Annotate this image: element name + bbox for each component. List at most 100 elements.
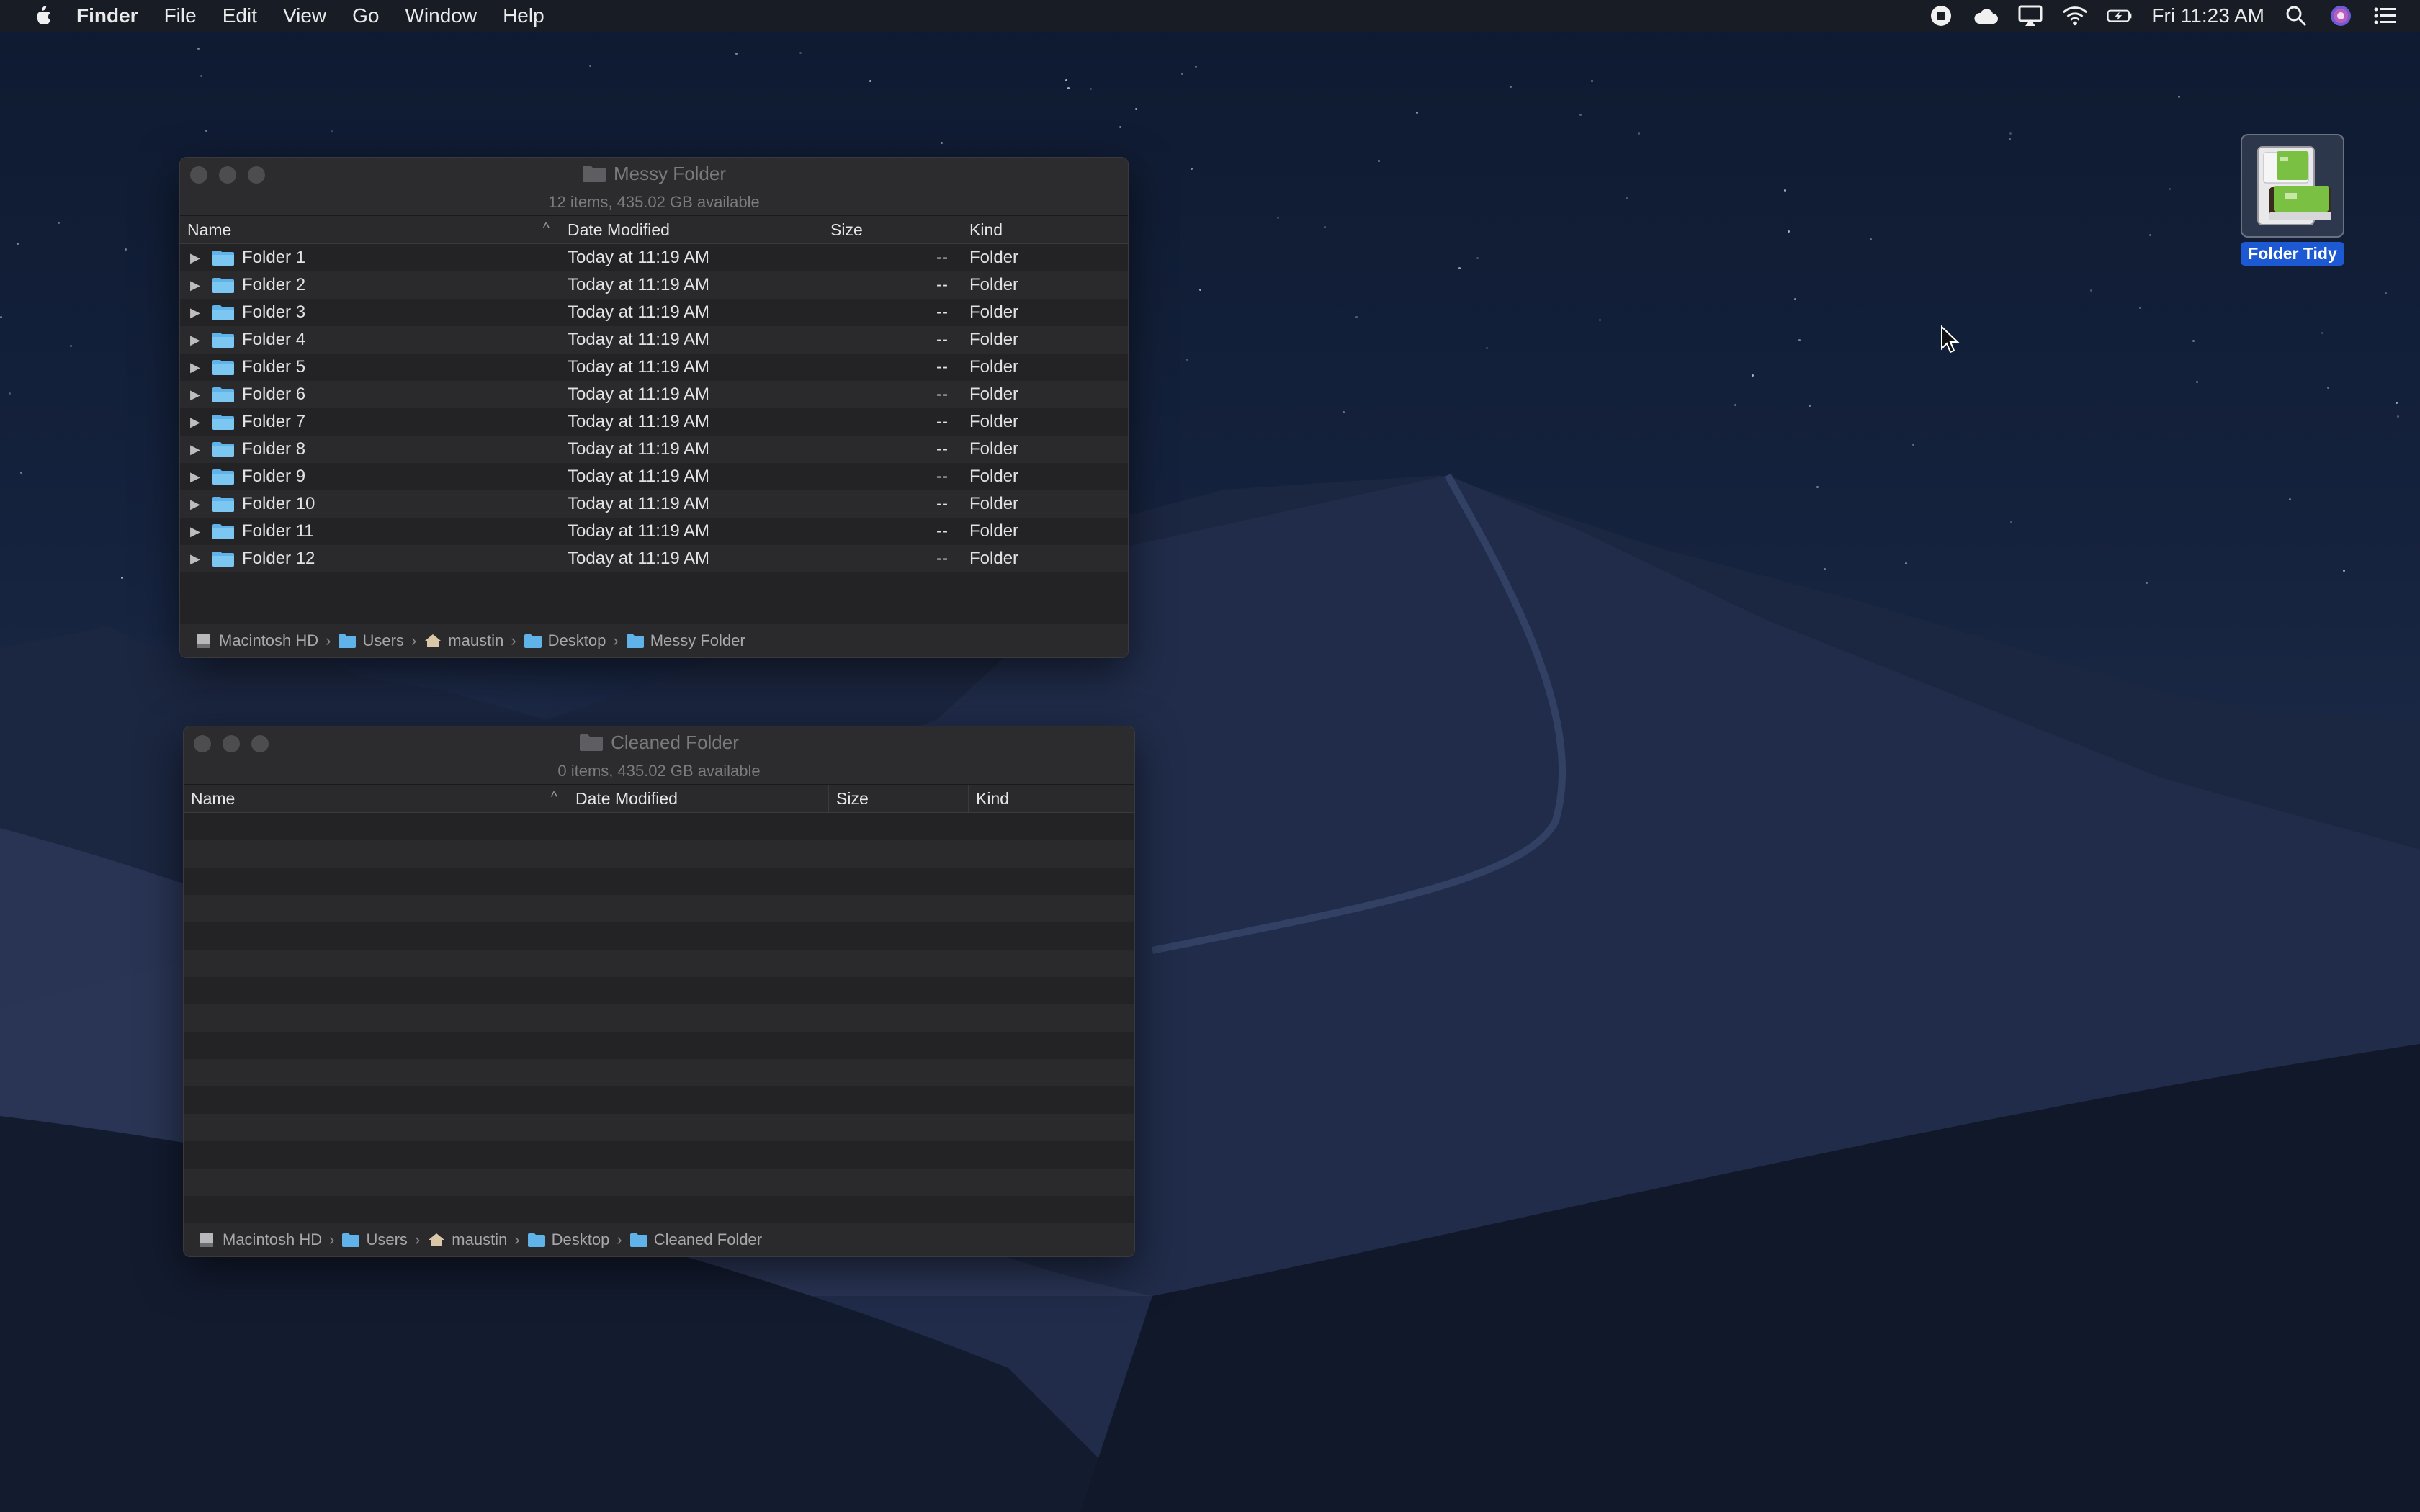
column-size[interactable]: Size xyxy=(823,216,962,243)
path-label: Users xyxy=(366,1230,408,1248)
path-item-cleaned-folder[interactable]: Cleaned Folder xyxy=(629,1230,762,1249)
column-date-label: Date Modified xyxy=(575,788,678,808)
finder-window-messy-folder[interactable]: Messy Folder 12 items, 435.02 GB availab… xyxy=(179,157,1129,658)
column-date-modified[interactable]: Date Modified xyxy=(568,785,829,812)
sort-ascending-icon: ^ xyxy=(542,220,550,236)
path-label: Macintosh HD xyxy=(223,1230,323,1248)
cell-date-modified: Today at 11:19 AM xyxy=(568,330,710,349)
table-row[interactable]: ▶ Folder 5 Today at 11:19 AM -- Folder xyxy=(180,354,1128,381)
column-kind[interactable]: Kind xyxy=(969,785,1134,812)
disclosure-triangle-icon[interactable]: ▶ xyxy=(190,497,205,512)
column-kind-label: Kind xyxy=(969,220,1003,239)
folder-icon xyxy=(580,734,604,751)
column-size[interactable]: Size xyxy=(829,785,969,812)
desktop-icon-label: Folder Tidy xyxy=(2241,242,2344,266)
menu-window[interactable]: Window xyxy=(405,4,477,27)
disclosure-triangle-icon[interactable]: ▶ xyxy=(190,360,205,375)
apple-menu-icon[interactable] xyxy=(26,0,58,32)
menu-view[interactable]: View xyxy=(283,4,326,27)
cell-date-modified: Today at 11:19 AM xyxy=(568,275,710,294)
cloud-icon[interactable] xyxy=(1973,3,1999,29)
cell-kind: Folder xyxy=(969,412,1019,431)
path-separator: › xyxy=(326,631,331,649)
table-row[interactable]: ▶ Folder 8 Today at 11:19 AM -- Folder xyxy=(180,436,1128,463)
record-icon[interactable] xyxy=(1928,3,1954,29)
menu-help[interactable]: Help xyxy=(503,4,544,27)
folder-icon xyxy=(339,634,357,648)
table-row[interactable]: ▶ Folder 2 Today at 11:19 AM -- Folder xyxy=(180,271,1128,299)
disclosure-triangle-icon[interactable]: ▶ xyxy=(190,524,205,539)
disclosure-triangle-icon[interactable]: ▶ xyxy=(190,333,205,348)
table-row[interactable]: ▶ Folder 4 Today at 11:19 AM -- Folder xyxy=(180,326,1128,354)
folder-icon xyxy=(212,415,234,430)
window-titlebar[interactable]: Messy Folder xyxy=(180,158,1128,189)
table-row[interactable]: ▶ Folder 10 Today at 11:19 AM -- Folder xyxy=(180,490,1128,518)
cell-name: ▶ Folder 7 xyxy=(180,412,560,432)
path-item-home[interactable]: maustin xyxy=(424,631,503,650)
siri-icon[interactable] xyxy=(2328,3,2354,29)
zoom-button[interactable] xyxy=(248,166,265,184)
table-row[interactable]: ▶ Folder 6 Today at 11:19 AM -- Folder xyxy=(180,381,1128,408)
menu-finder[interactable]: Finder xyxy=(76,4,138,27)
close-button[interactable] xyxy=(194,735,211,752)
table-row[interactable]: ▶ Folder 1 Today at 11:19 AM -- Folder xyxy=(180,244,1128,271)
cell-name: ▶ Folder 12 xyxy=(180,549,560,569)
status-line: 12 items, 435.02 GB available xyxy=(180,189,1128,216)
battery-icon[interactable] xyxy=(2107,3,2133,29)
cell-size: -- xyxy=(936,357,948,377)
cell-date-modified: Today at 11:19 AM xyxy=(568,357,710,377)
menubar-clock[interactable]: Fri 11:23 AM xyxy=(2151,4,2264,27)
finder-window-cleaned-folder[interactable]: Cleaned Folder 0 items, 435.02 GB availa… xyxy=(183,726,1135,1257)
disclosure-triangle-icon[interactable]: ▶ xyxy=(190,305,205,320)
path-bar: Macintosh HD › Users › maustin › Desktop… xyxy=(184,1223,1134,1256)
window-titlebar[interactable]: Cleaned Folder xyxy=(184,726,1134,758)
path-item-users[interactable]: Users xyxy=(341,1230,408,1249)
column-size-label: Size xyxy=(830,220,863,239)
cell-kind: Folder xyxy=(969,467,1019,486)
menu-file[interactable]: File xyxy=(164,4,197,27)
menu-edit[interactable]: Edit xyxy=(223,4,257,27)
column-header: Name ^ Date Modified Size Kind xyxy=(184,785,1134,813)
table-row[interactable]: ▶ Folder 9 Today at 11:19 AM -- Folder xyxy=(180,463,1128,490)
disclosure-triangle-icon[interactable]: ▶ xyxy=(190,552,205,567)
path-item-users[interactable]: Users xyxy=(338,631,404,650)
notification-center-icon[interactable] xyxy=(2372,3,2398,29)
desktop-icon-folder-tidy[interactable]: Folder Tidy xyxy=(2238,134,2347,266)
path-item-macintosh-hd[interactable]: Macintosh HD xyxy=(194,631,318,650)
file-name: Folder 9 xyxy=(242,467,306,486)
cell-kind: Folder xyxy=(969,330,1019,349)
disclosure-triangle-icon[interactable]: ▶ xyxy=(190,251,205,266)
table-row[interactable]: ▶ Folder 11 Today at 11:19 AM -- Folder xyxy=(180,518,1128,545)
disclosure-triangle-icon[interactable]: ▶ xyxy=(190,442,205,457)
path-item-desktop[interactable]: Desktop xyxy=(524,631,606,650)
column-kind[interactable]: Kind xyxy=(962,216,1128,243)
column-date-modified[interactable]: Date Modified xyxy=(560,216,823,243)
table-row[interactable]: ▶ Folder 12 Today at 11:19 AM -- Folder xyxy=(180,545,1128,572)
empty-row xyxy=(184,868,1134,895)
minimize-button[interactable] xyxy=(223,735,240,752)
cell-name: ▶ Folder 6 xyxy=(180,384,560,405)
wifi-icon[interactable] xyxy=(2062,3,2088,29)
empty-row xyxy=(184,1086,1134,1114)
path-item-messy-folder[interactable]: Messy Folder xyxy=(626,631,745,650)
disclosure-triangle-icon[interactable]: ▶ xyxy=(190,415,205,430)
path-item-desktop[interactable]: Desktop xyxy=(527,1230,609,1249)
minimize-button[interactable] xyxy=(219,166,236,184)
cell-date-modified: Today at 11:19 AM xyxy=(568,549,710,568)
column-name[interactable]: Name ^ xyxy=(184,785,568,812)
path-item-home[interactable]: maustin xyxy=(427,1230,507,1249)
folder-icon xyxy=(629,1233,647,1247)
disclosure-triangle-icon[interactable]: ▶ xyxy=(190,469,205,485)
disclosure-triangle-icon[interactable]: ▶ xyxy=(190,387,205,402)
close-button[interactable] xyxy=(190,166,207,184)
menu-go[interactable]: Go xyxy=(352,4,379,27)
disclosure-triangle-icon[interactable]: ▶ xyxy=(190,278,205,293)
airplay-icon[interactable] xyxy=(2017,3,2043,29)
spotlight-icon[interactable] xyxy=(2283,3,2309,29)
cell-date-modified: Today at 11:19 AM xyxy=(568,384,710,404)
path-item-macintosh-hd[interactable]: Macintosh HD xyxy=(198,1230,322,1249)
column-name[interactable]: Name ^ xyxy=(180,216,560,243)
table-row[interactable]: ▶ Folder 3 Today at 11:19 AM -- Folder xyxy=(180,299,1128,326)
table-row[interactable]: ▶ Folder 7 Today at 11:19 AM -- Folder xyxy=(180,408,1128,436)
zoom-button[interactable] xyxy=(251,735,269,752)
